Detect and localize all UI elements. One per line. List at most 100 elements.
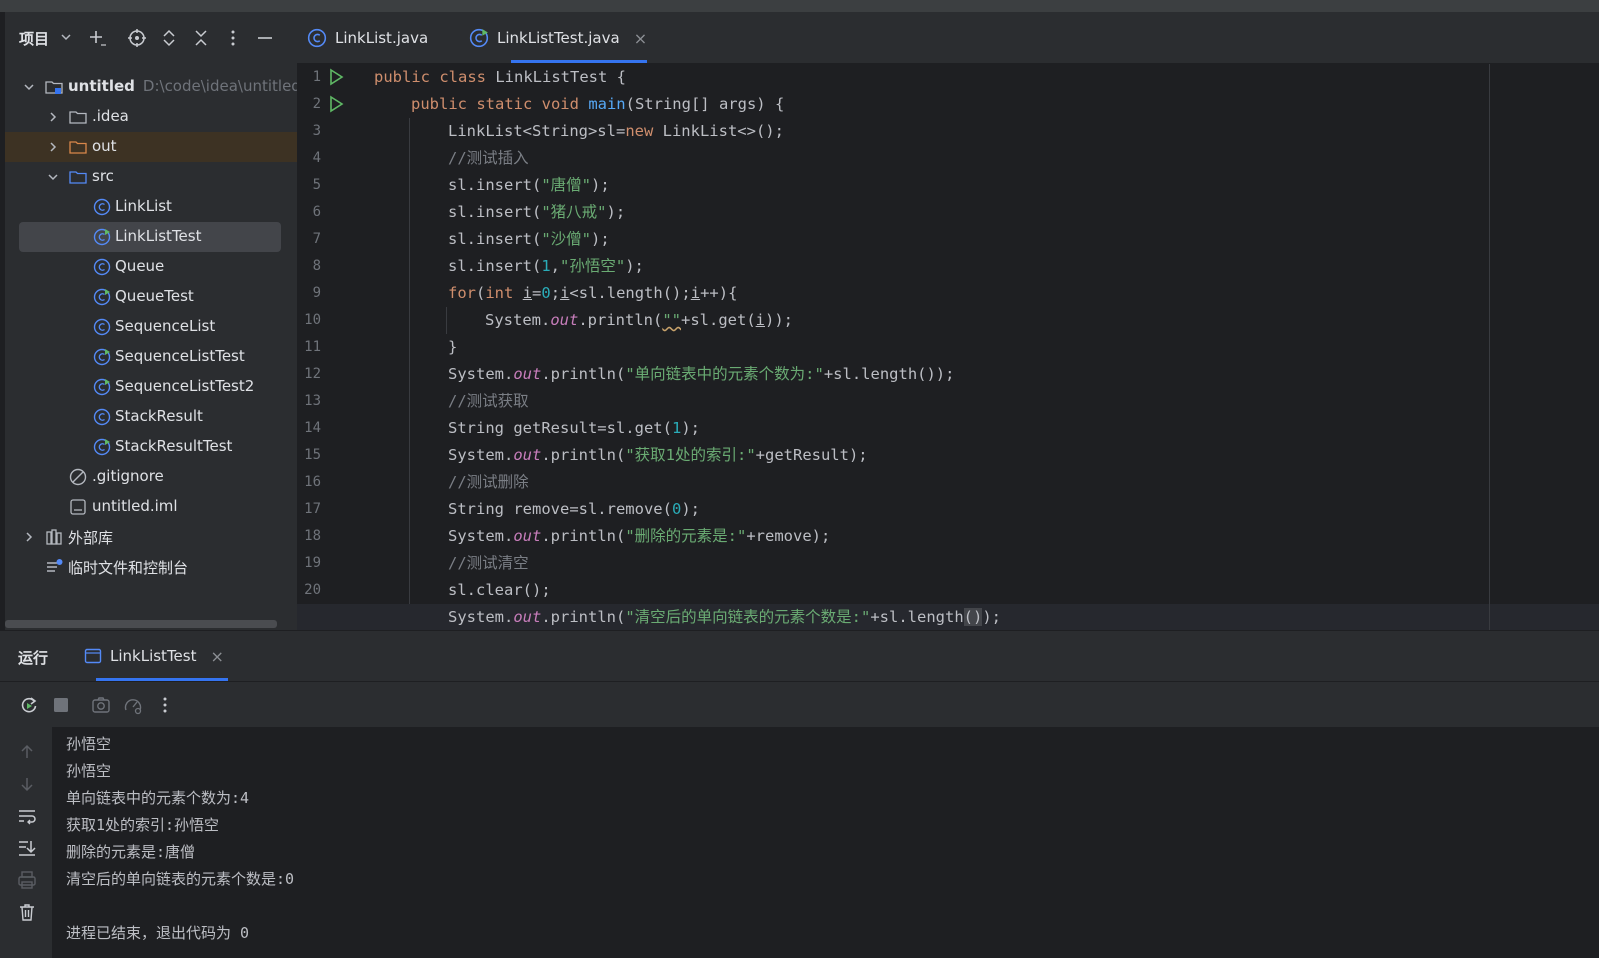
run-icon[interactable] xyxy=(327,68,345,86)
rerun-icon[interactable] xyxy=(18,694,40,716)
expand-all-icon[interactable] xyxy=(157,26,181,50)
editor: LinkList.java LinkListTest.java × 1 2 3 … xyxy=(297,12,1599,640)
code-line: } xyxy=(448,338,458,356)
more-options-icon[interactable] xyxy=(154,694,176,716)
console-output[interactable]: 孙悟空 孙悟空 单向链表中的元素个数为:4 获取1处的索引:孙悟空 删除的元素是… xyxy=(52,727,1599,958)
console-line: 清空后的单向链表的元素个数是:0 xyxy=(66,870,295,888)
minimize-icon[interactable] xyxy=(253,26,277,50)
line-number: 17 xyxy=(304,501,321,517)
tree-item-label: SequenceList xyxy=(115,317,216,335)
console-side-toolbar xyxy=(0,727,52,958)
stop-icon[interactable] xyxy=(50,694,72,716)
line-number: 1 xyxy=(312,69,321,85)
tree-item-out[interactable]: out xyxy=(5,132,297,162)
runnable-class-icon xyxy=(469,28,489,48)
tree-item-linklisttest[interactable]: LinkListTest xyxy=(5,222,297,252)
tree-item-label: Queue xyxy=(115,257,165,275)
down-arrow-icon[interactable] xyxy=(16,773,38,795)
tree-item-sequencelist[interactable]: SequenceList xyxy=(5,312,297,342)
code-line: sl.insert(1,"孙悟空"); xyxy=(448,257,644,275)
run-tab-linklisttest[interactable]: LinkListTest × xyxy=(84,631,224,681)
tree-item-stackresulttest[interactable]: StackResultTest xyxy=(5,432,297,462)
tree-item-stackresult[interactable]: StackResult xyxy=(5,402,297,432)
tree-item-scratches-and-consoles[interactable]: 临时文件和控制台 xyxy=(5,552,297,582)
tab-label: LinkList.java xyxy=(335,29,429,47)
tree-item-gitignore[interactable]: .gitignore xyxy=(5,462,297,492)
chevron-right-icon[interactable] xyxy=(23,531,35,543)
add-icon[interactable] xyxy=(85,26,109,50)
line-number: 9 xyxy=(312,285,321,301)
tree-item-label: StackResultTest xyxy=(115,437,233,455)
runnable-class-icon xyxy=(93,378,111,396)
project-toolbar: 项目 xyxy=(5,12,297,64)
soft-wrap-icon[interactable] xyxy=(16,805,38,827)
tree-item-src[interactable]: src xyxy=(5,162,297,192)
line-number: 16 xyxy=(304,474,321,490)
trash-icon[interactable] xyxy=(16,901,38,923)
chevron-down-icon[interactable] xyxy=(60,31,72,43)
code-line: sl.insert("沙僧"); xyxy=(448,230,610,248)
run-panel-title: 运行 xyxy=(18,649,49,667)
line-number: 4 xyxy=(312,150,321,166)
title-bar-strip xyxy=(0,0,1599,12)
locate-icon[interactable] xyxy=(125,26,149,50)
indent-guide xyxy=(446,307,447,334)
tree-item-external-libraries[interactable]: 外部库 xyxy=(5,522,297,552)
up-arrow-icon[interactable] xyxy=(16,741,38,763)
run-icon[interactable] xyxy=(327,95,345,113)
console-line: 删除的元素是:唐僧 xyxy=(66,843,196,861)
project-horizontal-scrollbar[interactable] xyxy=(5,620,277,628)
console-icon xyxy=(84,648,102,664)
more-options-icon[interactable] xyxy=(221,26,245,50)
tree-item-label: QueueTest xyxy=(115,287,194,305)
iml-file-icon xyxy=(70,499,86,515)
runnable-class-icon xyxy=(93,438,111,456)
tree-item-idea[interactable]: .idea xyxy=(5,102,297,132)
console-line: 进程已结束，退出代码为 0 xyxy=(66,924,250,942)
tree-item-linklist[interactable]: LinkList xyxy=(5,192,297,222)
screenshot-icon[interactable] xyxy=(90,694,112,716)
class-icon xyxy=(93,318,111,336)
line-number: 20 xyxy=(304,582,321,598)
line-number: 14 xyxy=(304,420,321,436)
console-line: 孙悟空 xyxy=(66,735,112,753)
collapse-all-icon[interactable] xyxy=(189,26,213,50)
tree-item-untitled-iml[interactable]: untitled.iml xyxy=(5,492,297,522)
tree-item-sequencelisttest2[interactable]: SequenceListTest2 xyxy=(5,372,297,402)
tree-item-label: .idea xyxy=(92,107,129,125)
code-area[interactable]: public class LinkListTest { public stati… xyxy=(372,64,1572,640)
chevron-down-icon[interactable] xyxy=(23,81,35,93)
chevron-right-icon[interactable] xyxy=(47,141,59,153)
tree-item-queue[interactable]: Queue xyxy=(5,252,297,282)
tree-item-queuetest[interactable]: QueueTest xyxy=(5,282,297,312)
code-line: public class LinkListTest { xyxy=(374,68,626,86)
line-number: 15 xyxy=(304,447,321,463)
tree-item-sequencelisttest[interactable]: SequenceListTest xyxy=(5,342,297,372)
scroll-to-end-icon[interactable] xyxy=(16,837,38,859)
tree-item-label: untitled.iml xyxy=(92,497,178,515)
code-comment: //测试插入 xyxy=(448,149,529,167)
chevron-down-icon[interactable] xyxy=(47,171,59,183)
chevron-right-icon[interactable] xyxy=(47,111,59,123)
line-number: 10 xyxy=(304,312,321,328)
code-line: sl.insert("唐僧"); xyxy=(448,176,610,194)
tree-item-untitled[interactable]: untitled D:\code\idea\untitled xyxy=(5,72,301,102)
close-icon[interactable]: × xyxy=(210,647,223,666)
code-line: sl.clear(); xyxy=(448,581,551,599)
project-panel-title[interactable]: 项目 xyxy=(19,28,49,49)
run-panel-header: 运行 LinkListTest × xyxy=(0,631,1599,681)
line-number: 8 xyxy=(312,258,321,274)
print-icon[interactable] xyxy=(16,869,38,891)
profiler-icon[interactable] xyxy=(122,694,144,716)
tree-item-label: src xyxy=(92,167,114,185)
tab-linklisttest-java[interactable]: LinkListTest.java × xyxy=(469,12,647,64)
indent-guide xyxy=(409,118,410,604)
tab-linklist-java[interactable]: LinkList.java xyxy=(307,12,428,64)
folder-icon xyxy=(69,111,87,124)
line-number: 6 xyxy=(312,204,321,220)
console-line: 单向链表中的元素个数为:4 xyxy=(66,789,250,807)
tree-item-label: .gitignore xyxy=(92,467,164,485)
close-icon[interactable]: × xyxy=(634,29,647,48)
code-line: String remove=sl.remove(0); xyxy=(448,500,700,518)
line-number: 3 xyxy=(312,123,321,139)
